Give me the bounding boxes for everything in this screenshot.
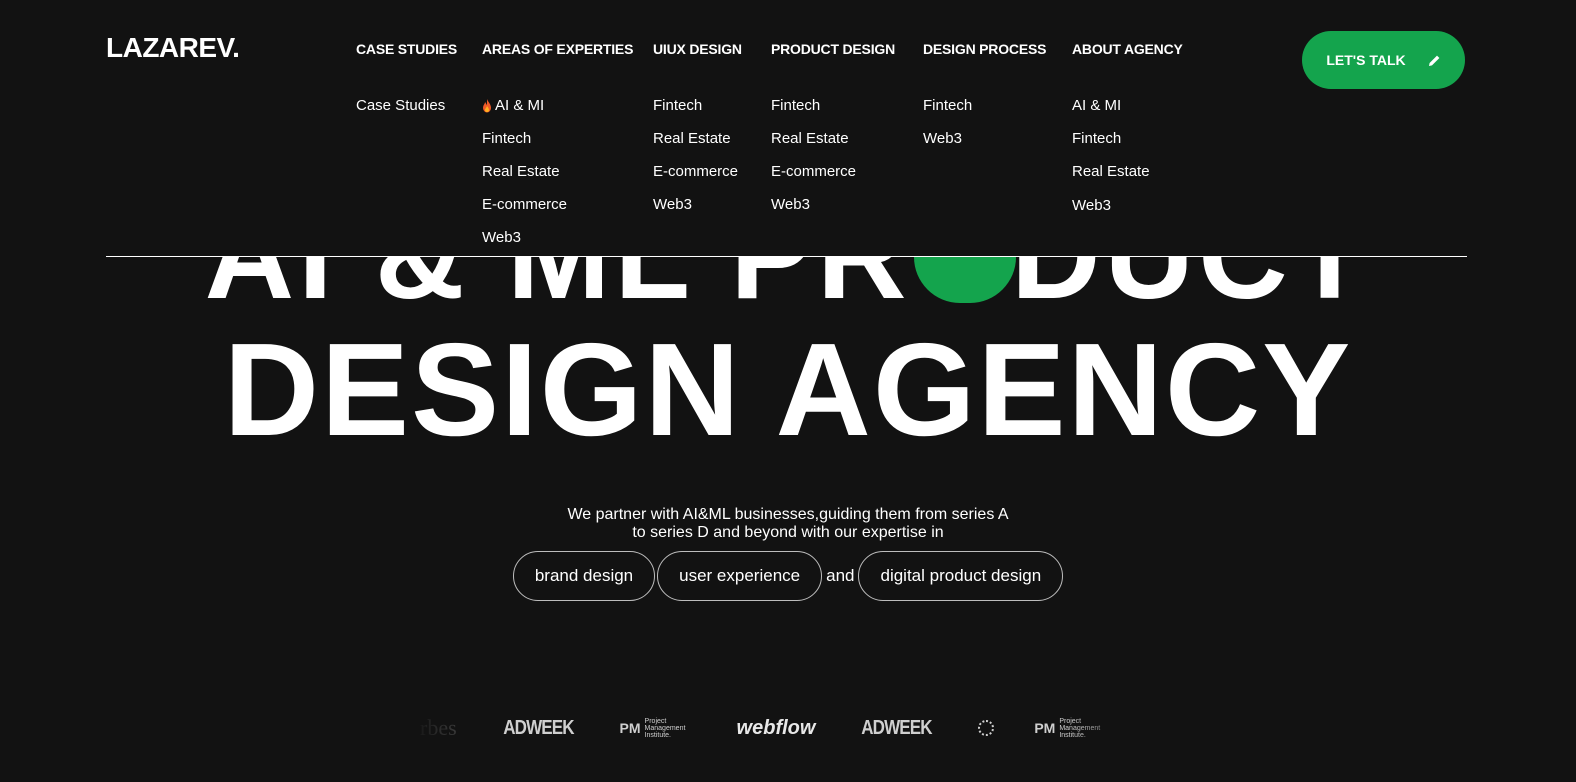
nav-link[interactable]: Fintech (482, 130, 567, 148)
nav-head-case-studies[interactable]: CASE STUDIES (356, 40, 457, 58)
adweek-logo: ADWEEK (861, 716, 933, 739)
expertise-pills: brand design user experience and digital… (0, 551, 1576, 601)
nav-link[interactable]: Real Estate (1072, 163, 1150, 181)
nav-link[interactable]: Web3 (923, 130, 972, 148)
pill-connector: and (826, 566, 855, 585)
nav-link[interactable]: E-commerce (653, 163, 738, 181)
tagline-line1: We partner with AI&ML businesses,guiding… (567, 506, 1009, 523)
nav-link-label: Real Estate (482, 163, 560, 180)
nav-design-process: DESIGN PROCESS Fintech Web3 (923, 40, 1046, 147)
nav-link-label: Case Studies (356, 97, 446, 114)
nav-link-label: Real Estate (1072, 163, 1150, 180)
lets-talk-label: LET'S TALK (1326, 52, 1406, 68)
nav-link-label: Web3 (482, 229, 521, 246)
pmi-mark: PM (619, 719, 641, 736)
nav-link-label: Web3 (653, 196, 692, 213)
nav-link-label: Web3 (923, 130, 962, 147)
nav-link-label: Web3 (1072, 197, 1111, 214)
nav-link-label: Fintech (771, 97, 821, 114)
nav-head-product[interactable]: PRODUCT DESIGN (771, 40, 895, 58)
nav-link-label: AI & MI (495, 97, 545, 114)
webflow-logo: webflow (736, 716, 816, 739)
nav-link-label: AI & MI (1072, 97, 1122, 114)
nav-uiux-design: UIUX DESIGN Fintech Real Estate E-commer… (653, 40, 742, 213)
nav-link[interactable]: Case Studies (356, 97, 445, 115)
nav-link-label: Fintech (1072, 130, 1122, 147)
nav-link[interactable]: Web3 (653, 196, 738, 214)
nav-link[interactable]: Fintech (923, 97, 972, 115)
pmi-text: Project Management Institute. (644, 717, 686, 739)
nav-link-label: E-commerce (482, 196, 568, 213)
logos-fade-right (1070, 700, 1150, 760)
ring-logo-icon (978, 720, 995, 736)
pill-brand-design[interactable]: brand design (512, 551, 656, 601)
nav-link[interactable]: Fintech (1072, 130, 1150, 148)
nav-link-label: Fintech (923, 97, 973, 114)
press-logos: rbes ADWEEK PM Project Management Instit… (420, 708, 1140, 748)
nav-head-about[interactable]: ABOUT AGENCY (1072, 40, 1183, 58)
nav-head-areas[interactable]: AREAS OF EXPERTIES (482, 40, 633, 58)
nav-link-label: Fintech (653, 97, 703, 114)
hero-title-line1: AI & ML PRODUCT (0, 257, 1576, 317)
pmi-logo: PM Project Management Institute. (620, 718, 697, 739)
nav-case-studies: CASE STUDIES Case Studies (356, 40, 457, 114)
nav-link[interactable]: Fintech (771, 97, 856, 115)
pill-digital-product-design[interactable]: digital product design (858, 551, 1064, 601)
hero-title-line2: DESIGN AGENCY (223, 316, 1353, 463)
nav-link[interactable]: Real Estate (653, 130, 738, 148)
nav-link[interactable]: E-commerce (771, 163, 856, 181)
adweek-logo: ADWEEK (502, 716, 574, 739)
pmi-mark: PM (1034, 719, 1056, 736)
nav-link[interactable]: AI & MI (482, 97, 567, 115)
nav-link-label: Real Estate (653, 130, 731, 147)
logos-fade-left (410, 700, 490, 760)
fire-icon (483, 99, 491, 113)
nav-link[interactable]: E-commerce (482, 196, 567, 214)
pencil-icon (1428, 55, 1440, 66)
hero-tagline: We partner with AI&ML businesses,guiding… (0, 506, 1576, 542)
pill-user-experience[interactable]: user experience (657, 551, 823, 601)
nav-link-label: Web3 (771, 196, 810, 213)
lets-talk-button[interactable]: LET'S TALK (1302, 31, 1465, 89)
nav-link[interactable]: Real Estate (482, 163, 567, 181)
nav-link-label: Real Estate (771, 130, 849, 147)
nav-product-design: PRODUCT DESIGN Fintech Real Estate E-com… (771, 40, 895, 213)
nav-link-label: E-commerce (771, 163, 857, 180)
nav-link[interactable]: Fintech (653, 97, 738, 115)
tagline-line2: to series D and beyond with our expertis… (632, 524, 944, 541)
nav-link[interactable]: Real Estate (771, 130, 856, 148)
nav-link[interactable]: Web3 (1072, 197, 1150, 215)
nav-about-agency: ABOUT AGENCY AI & MI Fintech Real Estate… (1072, 40, 1183, 214)
nav-link-label: Fintech (482, 130, 532, 147)
nav-link[interactable]: Web3 (482, 229, 567, 247)
nav-link[interactable]: Web3 (771, 196, 856, 214)
brand-logo[interactable]: LAZAREV. (106, 32, 240, 64)
nav-link-label: E-commerce (653, 163, 739, 180)
nav-head-process[interactable]: DESIGN PROCESS (923, 40, 1046, 58)
nav-link[interactable]: AI & MI (1072, 97, 1150, 115)
nav-head-uiux[interactable]: UIUX DESIGN (653, 40, 742, 58)
hero-title-line1-clip: AI & ML PRODUCT (0, 257, 1576, 317)
nav-areas-of-experties: AREAS OF EXPERTIES AI & MI Fintech Real … (482, 40, 633, 246)
